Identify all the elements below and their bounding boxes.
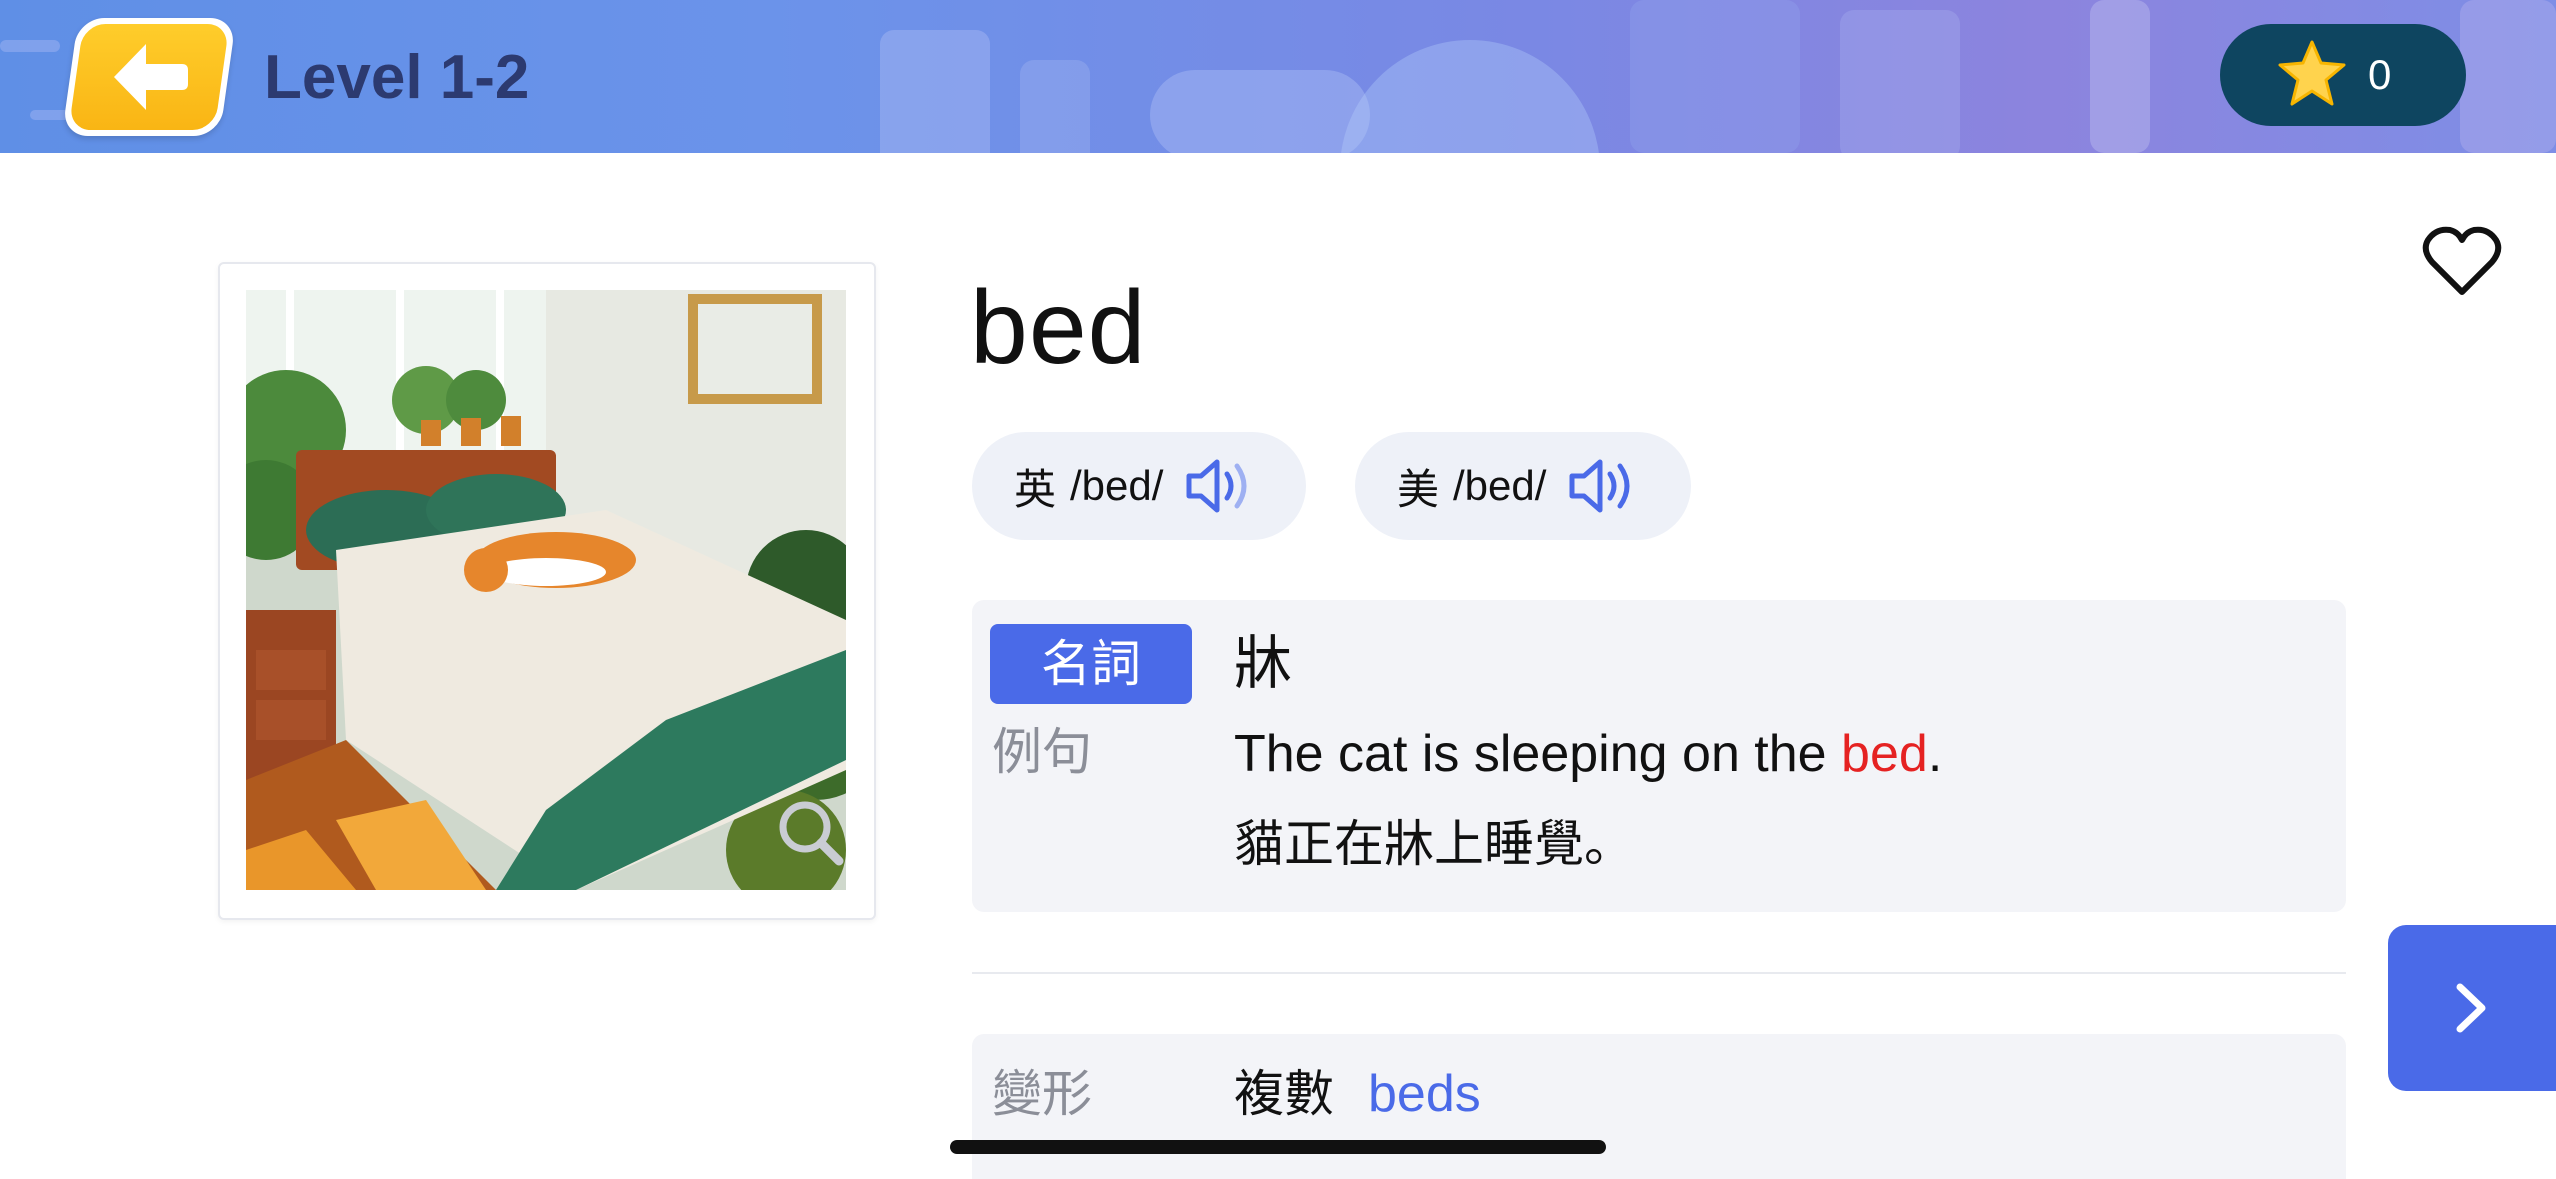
back-button[interactable] (61, 18, 237, 136)
star-count: 0 (2368, 51, 2392, 98)
inflection-label: 變形 (992, 1066, 1092, 1122)
section-divider (972, 972, 2346, 974)
word-illustration[interactable] (246, 290, 846, 890)
magnifier-icon[interactable] (776, 798, 846, 868)
example-sentence-en: The cat is sleeping on the bed. (1234, 722, 1942, 786)
pronunciation-us-button[interactable]: 美 /bed/ (1355, 432, 1691, 540)
inflection-value[interactable]: beds (1368, 1062, 1481, 1126)
next-button[interactable] (2388, 925, 2556, 1091)
pronunciation-region: 美 (1397, 465, 1440, 513)
definition-panel: 名詞 牀 例句 The cat is sleeping on the bed. … (972, 600, 2346, 912)
example-en-before: The cat is sleeping on the (1234, 725, 1842, 783)
pronunciation-ipa: /bed/ (1070, 462, 1164, 509)
example-en-after: . (1927, 725, 1943, 783)
inflection-panel: 變形 複數 beds (972, 1034, 2346, 1179)
level-title: Level 1-2 (264, 43, 530, 112)
pronunciation-uk-button[interactable]: 英 /bed/ (972, 432, 1306, 540)
example-sentence-zh: 貓正在牀上睡覺。 (1234, 816, 1634, 872)
example-label: 例句 (992, 724, 1092, 780)
star-counter: 0 (2220, 24, 2466, 126)
chevron-right-icon (2456, 983, 2486, 1033)
speaker-icon[interactable] (1566, 454, 1636, 518)
header-banner: Level 1-2 0 (0, 0, 2556, 153)
part-of-speech-badge: 名詞 (990, 624, 1192, 704)
pronunciation-ipa: /bed/ (1453, 462, 1547, 509)
word-heading: bed (970, 270, 1147, 386)
arrow-left-icon (114, 44, 188, 110)
speaker-icon[interactable] (1183, 454, 1253, 518)
definition-meaning: 牀 (1234, 631, 1293, 696)
home-indicator[interactable] (950, 1140, 1606, 1154)
pronunciation-region: 英 (1014, 465, 1057, 513)
word-detail-screen: Level 1-2 0 bed 英 /bed/ 美 /bed/ 名詞 牀 例句 … (0, 0, 2556, 1179)
word-image-card[interactable] (218, 262, 876, 920)
example-en-highlight: bed (1841, 725, 1928, 783)
heart-outline-icon[interactable] (2422, 226, 2502, 298)
inflection-type: 複數 (1234, 1066, 1334, 1122)
star-icon (2278, 40, 2346, 106)
